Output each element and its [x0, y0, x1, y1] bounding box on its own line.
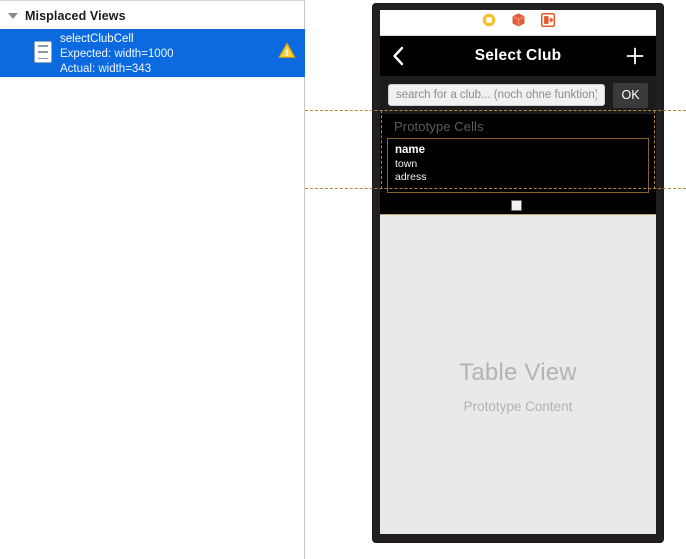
cell-name-label: name	[395, 144, 426, 156]
issue-title: selectClubCell	[60, 33, 134, 45]
first-responder-icon[interactable]	[512, 13, 525, 32]
panel-top-divider	[0, 0, 305, 1]
table-view-body[interactable]: Table View Prototype Content	[380, 214, 656, 534]
navigation-bar: Select Club	[380, 36, 656, 76]
device-screen[interactable]: Select Club OK Prototype Cells name	[380, 10, 656, 534]
cell-adress-label: adress	[395, 171, 427, 183]
prototype-cells-region: Prototype Cells name town adress	[380, 114, 656, 214]
issue-group-title: Misplaced Views	[25, 9, 126, 23]
ok-button[interactable]: OK	[613, 82, 648, 108]
table-view-cell-icon	[34, 41, 52, 63]
interface-builder-canvas[interactable]: Select Club OK Prototype Cells name	[305, 0, 686, 559]
resize-handle-icon[interactable]	[511, 200, 522, 211]
exit-icon[interactable]	[540, 12, 555, 32]
selection-guide-right	[654, 110, 655, 189]
prototype-cells-label: Prototype Cells	[394, 118, 484, 134]
device-frame: Select Club OK Prototype Cells name	[373, 4, 663, 542]
issue-navigator-panel: Misplaced Views selectClubCell Expected:…	[0, 0, 305, 559]
triangle-down-icon[interactable]	[8, 13, 18, 19]
selection-guide-left	[381, 110, 382, 189]
issue-list-item-selectclubcell[interactable]: selectClubCell Expected: width=1000 Actu…	[0, 29, 305, 77]
search-bar-row: OK	[380, 76, 656, 114]
search-input[interactable]	[388, 84, 605, 106]
selection-guide-top	[305, 110, 686, 111]
scene-dock	[380, 10, 656, 36]
plus-icon[interactable]	[622, 47, 644, 65]
issue-text-block: selectClubCell Expected: width=1000 Actu…	[60, 32, 278, 78]
cell-town-label: town	[395, 157, 418, 170]
issue-actual-width: Actual: width=343	[60, 63, 152, 76]
issue-group-header[interactable]: Misplaced Views	[0, 6, 305, 26]
table-view-placeholder-subtitle: Prototype Content	[463, 399, 573, 414]
warning-triangle-icon[interactable]	[278, 42, 296, 59]
view-controller-icon[interactable]	[482, 13, 496, 32]
table-view-placeholder-title: Table View	[459, 359, 577, 386]
chevron-left-icon[interactable]	[392, 46, 414, 66]
prototype-cell-selectclubcell[interactable]: name town adress	[387, 138, 649, 193]
selection-guide-bottom	[305, 188, 686, 189]
issue-expected-width: Expected: width=1000	[60, 48, 174, 61]
prototype-cells-header: Prototype Cells	[380, 114, 656, 138]
nav-bar-title: Select Club	[474, 47, 562, 64]
